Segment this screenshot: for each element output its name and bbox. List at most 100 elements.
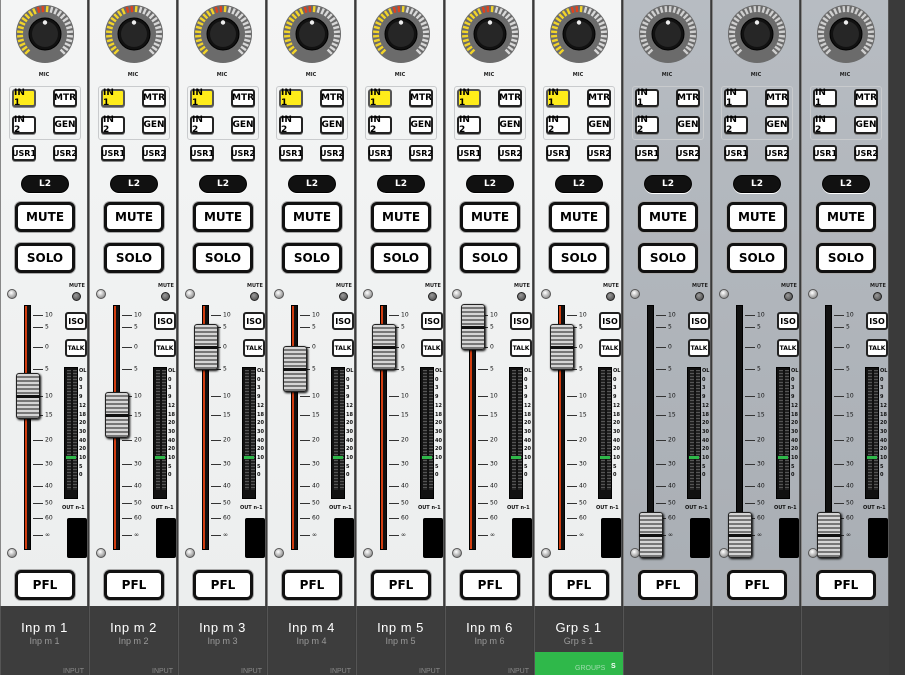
mute-button[interactable]: MUTE <box>549 202 609 232</box>
iso-button[interactable]: ISO <box>866 312 888 330</box>
pfl-button[interactable]: PFL <box>727 570 787 600</box>
l2-button[interactable]: L2 <box>466 175 514 193</box>
talk-button[interactable]: TALK <box>599 339 621 357</box>
mute-button[interactable]: MUTE <box>15 202 75 232</box>
pfl-button[interactable]: PFL <box>549 570 609 600</box>
pfl-button[interactable]: PFL <box>371 570 431 600</box>
strip-footer[interactable]: Inp m 4 Inp m 4 INPUT <box>267 606 355 675</box>
meter-button[interactable]: MTR <box>320 89 344 107</box>
pfl-button[interactable]: PFL <box>193 570 253 600</box>
gain-knob[interactable] <box>460 4 520 64</box>
fader-handle[interactable] <box>550 323 574 370</box>
fader-handle[interactable] <box>639 512 663 559</box>
user-1-button[interactable]: USR1 <box>724 145 748 161</box>
user-2-button[interactable]: USR2 <box>320 145 344 161</box>
meter-button[interactable]: MTR <box>498 89 522 107</box>
solo-button[interactable]: SOLO <box>104 243 164 273</box>
generator-button[interactable]: GEN <box>409 116 433 134</box>
l2-button[interactable]: L2 <box>110 175 158 193</box>
input-2-button[interactable]: IN 2 <box>724 115 748 135</box>
input-2-button[interactable]: IN 2 <box>12 115 36 135</box>
mute-button[interactable]: MUTE <box>371 202 431 232</box>
talk-button[interactable]: TALK <box>154 339 176 357</box>
l2-button[interactable]: L2 <box>555 175 603 193</box>
strip-footer[interactable]: Inp m 2 Inp m 2 INPUT <box>89 606 177 675</box>
user-1-button[interactable]: USR1 <box>368 145 392 161</box>
iso-button[interactable]: ISO <box>421 312 443 330</box>
input-2-button[interactable]: IN 2 <box>368 115 392 135</box>
mute-button[interactable]: MUTE <box>104 202 164 232</box>
generator-button[interactable]: GEN <box>142 116 166 134</box>
iso-button[interactable]: ISO <box>510 312 532 330</box>
meter-button[interactable]: MTR <box>587 89 611 107</box>
l2-button[interactable]: L2 <box>733 175 781 193</box>
pfl-button[interactable]: PFL <box>282 570 342 600</box>
user-2-button[interactable]: USR2 <box>498 145 522 161</box>
user-2-button[interactable]: USR2 <box>53 145 77 161</box>
gain-knob[interactable] <box>638 4 698 64</box>
solo-button[interactable]: SOLO <box>282 243 342 273</box>
pfl-button[interactable]: PFL <box>104 570 164 600</box>
input-2-button[interactable]: IN 2 <box>635 115 659 135</box>
iso-button[interactable]: ISO <box>243 312 265 330</box>
user-1-button[interactable]: USR1 <box>457 145 481 161</box>
talk-button[interactable]: TALK <box>421 339 443 357</box>
input-1-button[interactable]: IN 1 <box>457 88 481 108</box>
solo-button[interactable]: SOLO <box>549 243 609 273</box>
pfl-button[interactable]: PFL <box>460 570 520 600</box>
user-2-button[interactable]: USR2 <box>409 145 433 161</box>
gain-knob[interactable] <box>193 4 253 64</box>
fader-handle[interactable] <box>283 345 307 392</box>
generator-button[interactable]: GEN <box>854 116 878 134</box>
solo-button[interactable]: SOLO <box>15 243 75 273</box>
meter-button[interactable]: MTR <box>409 89 433 107</box>
talk-button[interactable]: TALK <box>688 339 710 357</box>
input-1-button[interactable]: IN 1 <box>724 88 748 108</box>
input-2-button[interactable]: IN 2 <box>546 115 570 135</box>
generator-button[interactable]: GEN <box>587 116 611 134</box>
pfl-button[interactable]: PFL <box>638 570 698 600</box>
generator-button[interactable]: GEN <box>53 116 77 134</box>
mute-button[interactable]: MUTE <box>193 202 253 232</box>
solo-button[interactable]: SOLO <box>816 243 876 273</box>
generator-button[interactable]: GEN <box>498 116 522 134</box>
l2-button[interactable]: L2 <box>377 175 425 193</box>
user-2-button[interactable]: USR2 <box>231 145 255 161</box>
meter-button[interactable]: MTR <box>765 89 789 107</box>
gain-knob[interactable] <box>371 4 431 64</box>
mute-button[interactable]: MUTE <box>282 202 342 232</box>
input-2-button[interactable]: IN 2 <box>190 115 214 135</box>
meter-button[interactable]: MTR <box>142 89 166 107</box>
l2-button[interactable]: L2 <box>822 175 870 193</box>
iso-button[interactable]: ISO <box>599 312 621 330</box>
generator-button[interactable]: GEN <box>231 116 255 134</box>
strip-footer[interactable]: Inp m 5 Inp m 5 INPUT <box>356 606 444 675</box>
user-1-button[interactable]: USR1 <box>813 145 837 161</box>
talk-button[interactable]: TALK <box>243 339 265 357</box>
iso-button[interactable]: ISO <box>332 312 354 330</box>
user-2-button[interactable]: USR2 <box>676 145 700 161</box>
iso-button[interactable]: ISO <box>777 312 799 330</box>
mute-button[interactable]: MUTE <box>727 202 787 232</box>
talk-button[interactable]: TALK <box>65 339 87 357</box>
user-2-button[interactable]: USR2 <box>765 145 789 161</box>
input-1-button[interactable]: IN 1 <box>279 88 303 108</box>
input-2-button[interactable]: IN 2 <box>279 115 303 135</box>
gain-knob[interactable] <box>816 4 876 64</box>
l2-button[interactable]: L2 <box>644 175 692 193</box>
input-1-button[interactable]: IN 1 <box>813 88 837 108</box>
input-1-button[interactable]: IN 1 <box>101 88 125 108</box>
user-1-button[interactable]: USR1 <box>546 145 570 161</box>
fader-handle[interactable] <box>16 372 40 419</box>
fader-handle[interactable] <box>461 304 485 351</box>
strip-footer[interactable]: Grp s 1 Grp s 1 GROUPS S <box>534 606 623 675</box>
meter-button[interactable]: MTR <box>854 89 878 107</box>
solo-button[interactable]: SOLO <box>727 243 787 273</box>
strip-footer[interactable] <box>712 606 800 675</box>
l2-button[interactable]: L2 <box>288 175 336 193</box>
fader-handle[interactable] <box>817 512 841 559</box>
input-2-button[interactable]: IN 2 <box>457 115 481 135</box>
mute-button[interactable]: MUTE <box>460 202 520 232</box>
fader-handle[interactable] <box>194 323 218 370</box>
meter-button[interactable]: MTR <box>231 89 255 107</box>
